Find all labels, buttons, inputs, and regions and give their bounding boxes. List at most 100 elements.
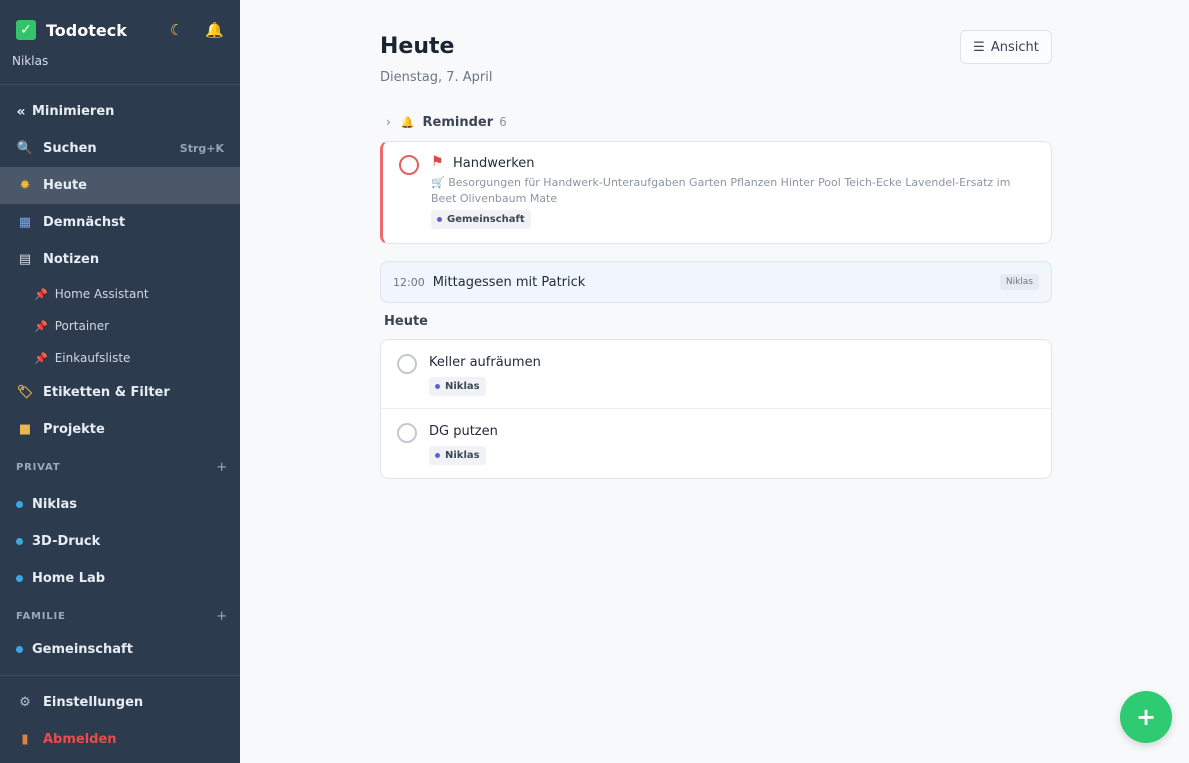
sidebar-item-projects[interactable]: ■ Projekte [0, 411, 240, 448]
reminder-label: Reminder [422, 114, 494, 130]
project-item-3d-druck[interactable]: 3D-Druck [0, 523, 240, 560]
logout-label: Abmelden [43, 732, 117, 747]
menu-lines-icon: ☰ [973, 39, 985, 55]
dark-mode-moon-icon[interactable]: ☾ [170, 21, 183, 39]
task-description: 🛒 Besorgungen für Handwerk-Unteraufgaben… [431, 176, 1011, 205]
sidebar-item-notes[interactable]: ▤ Notizen [0, 241, 240, 278]
logo-check-icon: ✓ [16, 20, 36, 40]
today-label: Heute [43, 178, 87, 193]
brand: ✓ Todoteck ☾ 🔔 [0, 0, 240, 44]
project-color-dot [16, 538, 23, 545]
task-title: Handwerken [453, 156, 535, 171]
add-project-plus-icon[interactable]: + [216, 609, 228, 624]
project-item-niklas[interactable]: Niklas [0, 486, 240, 523]
task-complete-checkbox[interactable] [399, 155, 419, 175]
pin-icon: 📌 [34, 319, 48, 333]
page-header: Heute Dienstag, 7. April ☰ Ansicht [380, 0, 1052, 110]
task-title: Keller aufräumen [429, 355, 541, 370]
sun-icon: ✹ [19, 178, 31, 193]
notifications-bell-icon[interactable]: 🔔 [205, 21, 224, 39]
sidebar-item-upcoming[interactable]: ▦ Demnächst [0, 204, 240, 241]
calendar-icon: ▦ [18, 215, 32, 230]
project-item-home-lab[interactable]: Home Lab [0, 560, 240, 597]
note-label: Home Assistant [54, 287, 149, 301]
section-header-familie: FAMILIE + [0, 597, 240, 635]
project-label: Home Lab [32, 571, 106, 586]
view-options-label: Ansicht [990, 39, 1039, 55]
main-content: Heute Dienstag, 7. April ☰ Ansicht › 🔔 R… [380, 0, 1052, 479]
project-label: Gemeinschaft [32, 642, 133, 657]
project-label: 3D-Druck [32, 534, 101, 549]
project-color-dot [16, 575, 23, 582]
tag-label: Niklas [445, 381, 480, 392]
add-project-plus-icon[interactable]: + [216, 460, 228, 475]
add-task-fab[interactable]: + [1120, 691, 1172, 743]
project-tag[interactable]: Niklas [429, 377, 486, 396]
sidebar-bottom-divider [0, 675, 240, 676]
current-user-name: Niklas [12, 54, 49, 68]
door-exit-icon: ▮ [21, 732, 29, 747]
calendar-event-card[interactable]: 12:00 Mittagessen mit Patrick Niklas [380, 261, 1052, 303]
event-owner-badge: Niklas [999, 274, 1039, 290]
pin-icon: 📌 [34, 287, 48, 301]
gear-icon: ⚙ [19, 695, 31, 710]
task-item[interactable]: DG putzen Niklas [381, 409, 1051, 478]
project-tag[interactable]: Gemeinschaft [431, 210, 531, 229]
note-label: Einkaufsliste [54, 351, 131, 365]
note-item-einkaufsliste[interactable]: 📌 Einkaufsliste [0, 342, 240, 374]
search-shortcut: Strg+K [179, 142, 224, 155]
collapse-sidebar-button[interactable]: « Minimieren [0, 93, 240, 130]
tag-label: Gemeinschaft [447, 214, 525, 225]
tag-icon: 🏷 [16, 385, 34, 400]
sidebar-item-today[interactable]: ✹ Heute [0, 167, 240, 204]
reminder-count: 6 [499, 115, 507, 129]
notes-icon: ▤ [18, 252, 32, 267]
flag-icon: ⚑ [431, 154, 444, 170]
labels-filter-label: Etiketten & Filter [43, 385, 170, 400]
folder-icon: ■ [18, 422, 32, 437]
section-header-privat: PRIVAT + [0, 448, 240, 486]
note-item-home-assistant[interactable]: 📌 Home Assistant [0, 278, 240, 310]
sidebar-item-search[interactable]: 🔍 Suchen Strg+K [0, 130, 240, 167]
view-options-button[interactable]: ☰ Ansicht [960, 30, 1052, 64]
project-tag[interactable]: Niklas [429, 446, 486, 465]
settings-button[interactable]: ⚙ Einstellungen [0, 684, 240, 721]
page-title: Heute [380, 34, 455, 59]
sidebar: ✓ Todoteck ☾ 🔔 Niklas « Minimieren 🔍 Suc… [0, 0, 240, 763]
reminder-toggle[interactable]: › 🔔 Reminder 6 [380, 110, 1052, 134]
logout-button[interactable]: ▮ Abmelden [0, 721, 240, 758]
event-title: Mittagessen mit Patrick [432, 274, 586, 290]
task-item[interactable]: Keller aufräumen Niklas [381, 340, 1051, 409]
upcoming-label: Demnächst [43, 215, 126, 230]
note-item-portainer[interactable]: 📌 Portainer [0, 310, 240, 342]
flagged-task-card[interactable]: ⚑ Handwerken 🛒 Besorgungen für Handwerk-… [380, 141, 1052, 244]
task-title: DG putzen [429, 424, 498, 439]
task-complete-checkbox[interactable] [397, 423, 417, 443]
task-complete-checkbox[interactable] [397, 354, 417, 374]
section-title-today: Heute [384, 314, 428, 329]
project-item-gemeinschaft[interactable]: Gemeinschaft [0, 631, 240, 668]
tag-label: Niklas [445, 450, 480, 461]
pin-icon: 📌 [34, 351, 48, 365]
task-list: Keller aufräumen Niklas DG putzen Niklas [380, 339, 1052, 479]
event-time: 12:00 [393, 275, 425, 289]
projects-label: Projekte [43, 422, 105, 437]
note-label: Portainer [54, 319, 110, 333]
section-title: PRIVAT [16, 461, 61, 473]
search-icon: 🔍 [16, 141, 34, 156]
settings-label: Einstellungen [43, 695, 144, 710]
bell-icon: 🔔 [400, 115, 415, 129]
collapse-label: Minimieren [32, 104, 115, 119]
tag-color-dot [437, 217, 442, 222]
project-color-dot [16, 646, 23, 653]
project-label: Niklas [32, 497, 77, 512]
sidebar-bottom-nav: ⚙ Einstellungen ▮ Abmelden [0, 684, 240, 758]
sidebar-item-labels-filter[interactable]: 🏷 Etiketten & Filter [0, 374, 240, 411]
project-color-dot [16, 501, 23, 508]
section-title: FAMILIE [16, 610, 66, 622]
tag-color-dot [435, 453, 440, 458]
notes-label: Notizen [43, 252, 100, 267]
page-date: Dienstag, 7. April [380, 70, 493, 85]
search-label: Suchen [43, 141, 97, 156]
tag-color-dot [435, 384, 440, 389]
